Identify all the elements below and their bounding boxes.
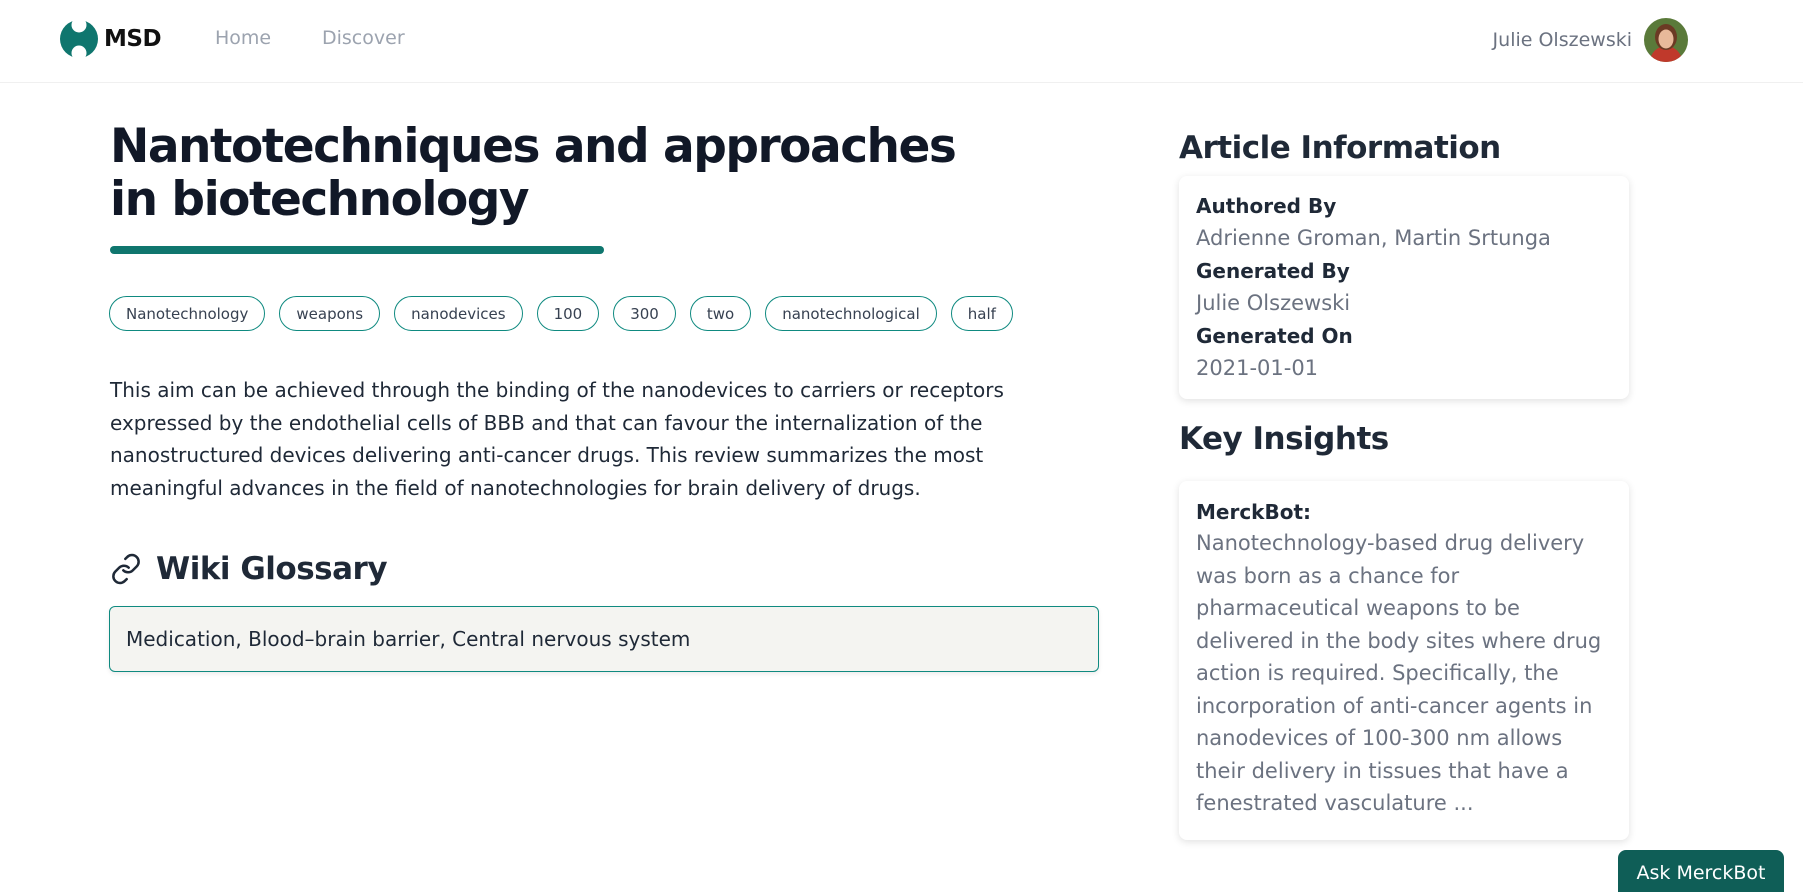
article-info-card: Authored By Adrienne Groman, Martin Srtu… [1179,176,1629,399]
logo-text: MSD [104,26,162,52]
tag-chip[interactable]: 300 [613,296,676,331]
link-icon [112,553,140,585]
generated-by-value: Julie Olszewski [1196,291,1351,315]
msd-logo[interactable]: MSD [60,20,162,58]
glossary-box: Medication Blood–brain barrier Central n… [109,606,1099,672]
tag-chip[interactable]: weapons [279,296,381,331]
tag-chip[interactable]: Nanotechnology [109,296,266,331]
generated-by-label: Generated By [1196,259,1350,283]
article-title: Nantotechniques and approaches in biotec… [110,119,957,227]
article-sidebar: Article Information Authored By Adrienne… [1179,128,1629,840]
main-content: Nantotechniques and approaches in biotec… [109,119,1100,672]
avatar[interactable] [1644,18,1688,62]
key-insights-card: MerckBot: Nanotechnology-based drug deli… [1179,481,1629,840]
article-info-title: Article Information [1179,130,1501,166]
tag-chip[interactable]: nanotechnological [765,296,937,331]
nav-discover-link[interactable]: Discover [322,27,405,49]
tag-chip[interactable]: two [689,296,752,331]
glossary-link[interactable]: Central nervous system [439,627,690,651]
tag-chip[interactable]: nanodevices [394,296,523,331]
top-header: MSD Home Discover Julie Olszewski [0,0,1803,83]
user-menu[interactable]: Julie Olszewski [1493,18,1688,62]
nav-home-link[interactable]: Home [215,27,271,49]
glossary-link[interactable]: Medication [126,627,235,651]
msd-logo-icon [60,20,98,58]
tag-list: Nanotechnology weapons nanodevices 100 3… [109,296,1100,331]
title-underline [110,246,604,254]
glossary-title: Wiki Glossary [156,551,388,587]
tag-chip[interactable]: 100 [536,296,600,331]
ask-merckbot-button[interactable]: Ask MerckBot [1618,850,1784,892]
glossary-link[interactable]: Blood–brain barrier [235,627,439,651]
authored-by-label: Authored By [1196,194,1337,218]
merckbot-insight-text: Nanotechnology-based drug delivery was b… [1196,531,1602,815]
key-insights-title: Key Insights [1179,421,1389,457]
authored-by-value: Adrienne Groman, Martin Srtunga [1196,226,1551,250]
generated-on-value: 2021-01-01 [1196,356,1319,380]
tag-chip[interactable]: half [950,296,1013,331]
glossary-header: Wiki Glossary [110,551,1100,587]
merckbot-label: MerckBot: [1196,500,1312,524]
generated-on-label: Generated On [1196,324,1353,348]
article-abstract: This aim can be achieved through the bin… [110,378,1004,500]
user-name: Julie Olszewski [1492,29,1632,51]
